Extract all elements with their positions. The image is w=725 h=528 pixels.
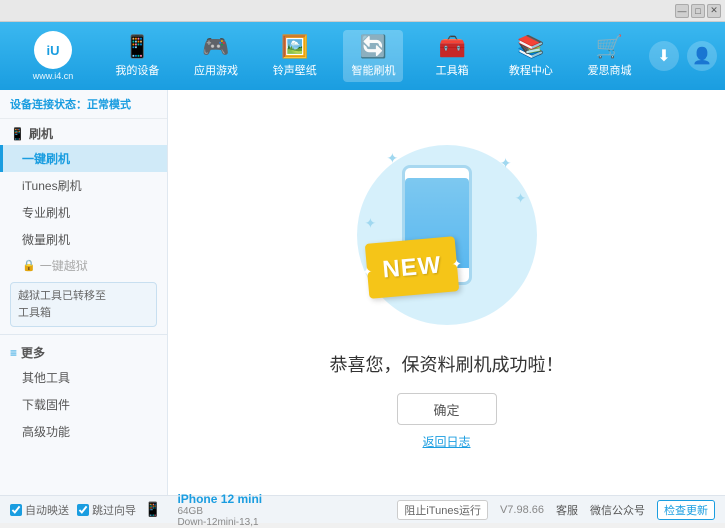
auto-connect-label: 自动映送 [25,502,69,518]
nav-icon-apps: 🎮 [202,34,229,60]
nav-item-my-device[interactable]: 📱 我的设备 [107,30,167,82]
success-illustration: ✦ ✦ ✦ ✦ ✦ NEW ✦ [347,135,547,335]
nav-icon-toolbox: 🧰 [438,34,465,60]
sidebar-item-download-firmware[interactable]: 下载固件 [0,391,167,418]
nav-icon-shop: 🛒 [596,34,623,60]
nav-label-tutorial: 教程中心 [509,62,553,78]
nav-item-toolbox[interactable]: 🧰 工具箱 [422,30,482,82]
sidebar-item-advanced[interactable]: 高级功能 [0,418,167,445]
user-btn[interactable]: 👤 [687,41,717,71]
top-nav: iU www.i4.cn 📱 我的设备 🎮 应用游戏 🖼️ 铃声壁纸 🔄 智能刷… [0,22,725,90]
sidebar-divider [0,334,167,335]
maximize-btn[interactable]: □ [691,4,705,18]
bottom-bar: 自动映送 跳过向导 📱 iPhone 12 mini 64GB Down-12m… [0,495,725,523]
auto-connect-checkbox[interactable]: 自动映送 [10,502,69,518]
sparkle-1: ✦ [387,150,399,167]
sidebar: 设备连接状态：正常模式 📱 刷机 一键刷机 iTunes刷机 专业刷机 微量刷机… [0,90,168,495]
sparkle-4: ✦ [515,190,527,207]
device-info: iPhone 12 mini 64GB Down-12mini-13,1 [177,492,262,528]
status-label: 设备连接状态： [10,99,87,111]
device-phone-icon: 📱 [144,501,161,518]
more-section-icon: ≡ [10,346,17,360]
logo-icon: iU [47,43,60,58]
close-btn[interactable]: ✕ [707,4,721,18]
sidebar-item-other-tools[interactable]: 其他工具 [0,364,167,391]
more-section-label: 更多 [21,344,45,361]
sidebar-note-text: 越狱工具已转移至工具箱 [18,290,106,319]
nav-icon-smart-flash: 🔄 [360,34,387,60]
ribbon-text: NEW [381,251,442,284]
nav-item-apps[interactable]: 🎮 应用游戏 [186,30,246,82]
back-link[interactable]: 返回日志 [422,433,470,450]
more-section-header: ≡ 更多 [0,338,167,364]
sidebar-locked-jailbreak: 🔒 一键越狱 [0,253,167,278]
nav-item-wallpaper[interactable]: 🖼️ 铃声壁纸 [265,30,325,82]
sidebar-item-itunes-flash[interactable]: iTunes刷机 [0,172,167,199]
main-area: 设备连接状态：正常模式 📱 刷机 一键刷机 iTunes刷机 专业刷机 微量刷机… [0,90,725,495]
bottom-right: 阻止iTunes运行 V7.98.66 客服 微信公众号 检查更新 [397,500,715,520]
connection-status: 设备连接状态：正常模式 [0,90,167,119]
nav-label-apps: 应用游戏 [194,62,238,78]
nav-item-smart-flash[interactable]: 🔄 智能刷机 [343,30,403,82]
nav-label-my-device: 我的设备 [115,62,159,78]
sidebar-note: 越狱工具已转移至工具箱 [10,282,157,327]
nav-icon-my-device: 📱 [124,34,151,60]
nav-item-tutorial[interactable]: 📚 教程中心 [501,30,561,82]
download-btn[interactable]: ⬇ [649,41,679,71]
device-model: Down-12mini-13,1 [177,517,262,528]
locked-label: 一键越狱 [40,257,88,274]
new-ribbon: ✦ NEW ✦ [364,236,458,299]
success-text: 恭喜您，保资料刷机成功啦！ [330,351,564,377]
sidebar-item-micro-flash[interactable]: 微量刷机 [0,226,167,253]
nav-icon-wallpaper: 🖼️ [281,34,308,60]
minimize-btn[interactable]: — [675,4,689,18]
skip-wizard-checkbox[interactable]: 跳过向导 [77,502,136,518]
nav-label-smart-flash: 智能刷机 [351,62,395,78]
status-value: 正常模式 [87,99,131,111]
logo-subtitle: www.i4.cn [33,71,74,81]
device-storage: 64GB [177,506,262,517]
wechat-link[interactable]: 微信公众号 [590,502,645,518]
flash-section-icon: 📱 [10,127,25,141]
customer-service-link[interactable]: 客服 [556,502,578,518]
flash-section-header: 📱 刷机 [0,119,167,145]
device-name: iPhone 12 mini [177,492,262,506]
check-update-btn[interactable]: 检查更新 [657,500,715,520]
auto-connect-input[interactable] [10,504,22,516]
nav-label-shop: 爱思商城 [588,62,632,78]
ribbon-star-left: ✦ [361,264,372,279]
nav-label-toolbox: 工具箱 [436,62,469,78]
sparkle-2: ✦ [500,155,512,172]
logo-area: iU www.i4.cn [8,31,98,81]
flash-section-label: 刷机 [29,125,53,142]
skip-wizard-label: 跳过向导 [92,502,136,518]
logo-circle: iU [34,31,72,69]
sidebar-item-one-click-flash[interactable]: 一键刷机 [0,145,167,172]
sparkle-3: ✦ [365,215,377,232]
nav-item-shop[interactable]: 🛒 爱思商城 [580,30,640,82]
itunes-btn[interactable]: 阻止iTunes运行 [397,500,488,520]
confirm-button[interactable]: 确定 [397,393,497,425]
content-area: ✦ ✦ ✦ ✦ ✦ NEW ✦ 恭喜您，保资料刷机成功啦！ 确定 返回日志 [168,90,725,495]
lock-icon: 🔒 [22,259,36,272]
skip-wizard-input[interactable] [77,504,89,516]
nav-icon-tutorial: 📚 [517,34,544,60]
ribbon-star-right: ✦ [451,256,462,271]
version-text: V7.98.66 [500,504,544,516]
title-bar: — □ ✕ [0,0,725,22]
nav-items: 📱 我的设备 🎮 应用游戏 🖼️ 铃声壁纸 🔄 智能刷机 🧰 工具箱 📚 教程中… [98,30,649,82]
bottom-left: 自动映送 跳过向导 📱 iPhone 12 mini 64GB Down-12m… [10,492,397,528]
nav-label-wallpaper: 铃声壁纸 [273,62,317,78]
sidebar-item-pro-flash[interactable]: 专业刷机 [0,199,167,226]
nav-right: ⬇ 👤 [649,41,717,71]
